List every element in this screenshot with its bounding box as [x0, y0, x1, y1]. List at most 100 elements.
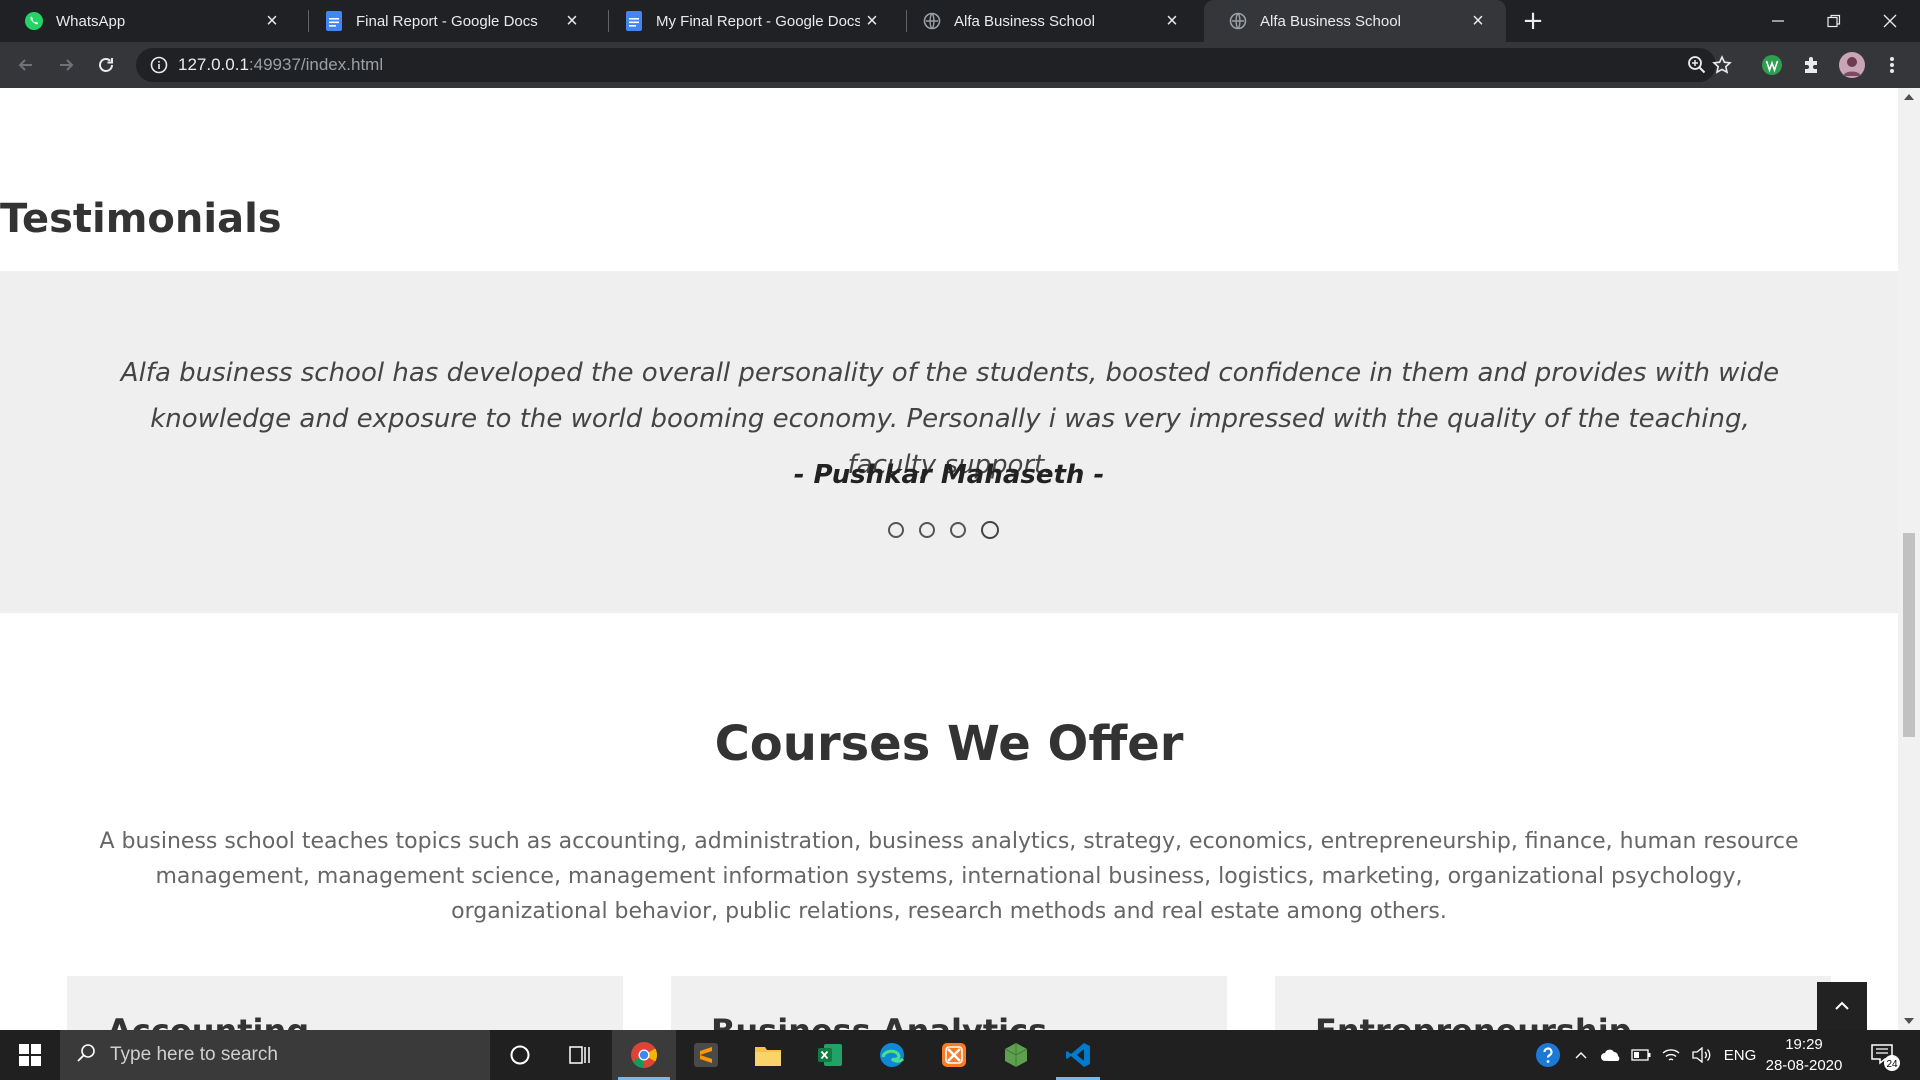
carousel-dot-4[interactable] — [981, 521, 999, 539]
extension-wordpress-button[interactable] — [1756, 49, 1788, 81]
tab-alfa-business-school[interactable]: Alfa Business School × — [898, 0, 1200, 42]
arrow-right-icon — [60, 59, 74, 71]
page-scrollbar[interactable] — [1898, 88, 1920, 1030]
close-tab-icon[interactable]: × — [260, 9, 284, 33]
start-button[interactable] — [0, 1030, 60, 1080]
puzzle-icon — [1805, 57, 1817, 73]
carousel-dot-2[interactable] — [919, 522, 935, 538]
url-text: 127.0.0.1:49937/index.html — [178, 55, 383, 75]
search-placeholder: Type here to search — [110, 1044, 278, 1065]
testimonials-heading: Testimonials — [0, 196, 282, 242]
tab-whatsapp[interactable]: WhatsApp × — [0, 0, 300, 42]
zoom-icon[interactable] — [1686, 54, 1708, 80]
onedrive-icon[interactable] — [1598, 1030, 1624, 1080]
course-card-title: Entrepreneurship — [1315, 1012, 1632, 1030]
profile-avatar[interactable] — [1836, 49, 1868, 81]
hexagon-icon — [1004, 1043, 1028, 1067]
system-clock[interactable]: 19:29 28-08-2020 — [1762, 1034, 1846, 1076]
taskbar-vscode[interactable] — [1050, 1030, 1106, 1080]
course-card-title: Accounting — [107, 1012, 309, 1030]
notification-count: 24 — [1886, 1059, 1898, 1070]
close-tab-icon[interactable]: × — [560, 9, 584, 33]
bookmark-star-button[interactable] — [1706, 49, 1738, 81]
edge-icon — [880, 1043, 905, 1067]
back-to-top-button[interactable] — [1817, 982, 1867, 1030]
excel-icon — [818, 1044, 842, 1066]
tab-final-report[interactable]: Final Report - Google Docs × — [300, 0, 600, 42]
clock-date: 28-08-2020 — [1765, 1057, 1843, 1074]
chrome-menu-button[interactable] — [1876, 49, 1908, 81]
minimize-button[interactable] — [1750, 0, 1806, 42]
address-bar[interactable]: 127.0.0.1:49937/index.html — [136, 48, 1716, 82]
carousel-dot-3[interactable] — [950, 522, 966, 538]
action-center-button[interactable]: 24 — [1864, 1030, 1904, 1080]
reload-icon — [99, 58, 113, 72]
taskbar-nodejs[interactable] — [988, 1030, 1044, 1080]
task-view-button[interactable] — [552, 1030, 608, 1080]
browser-tab-strip: WhatsApp × Final Report - Google Docs × … — [0, 0, 1920, 42]
volume-icon[interactable] — [1688, 1030, 1716, 1080]
taskbar-excel[interactable] — [802, 1030, 858, 1080]
minimize-icon — [1772, 20, 1784, 22]
globe-icon — [1228, 11, 1248, 31]
browser-toolbar: 127.0.0.1:49937/index.html — [0, 42, 1920, 88]
chevron-up-icon — [1835, 1001, 1849, 1010]
new-tab-button[interactable]: + — [1518, 6, 1548, 36]
cortana-button[interactable] — [492, 1030, 548, 1080]
course-card-accounting[interactable]: Accounting — [67, 976, 623, 1030]
star-icon — [1712, 55, 1732, 74]
tab-title: Alfa Business School — [954, 12, 1095, 30]
google-docs-icon — [324, 11, 344, 31]
course-card-entrepreneurship[interactable]: Entrepreneurship — [1275, 976, 1831, 1030]
tab-my-final-report[interactable]: My Final Report - Google Docs × — [600, 0, 900, 42]
taskbar-chrome[interactable] — [612, 1030, 676, 1080]
tab-title: WhatsApp — [56, 12, 126, 30]
course-card-business-analytics[interactable]: Business Analytics — [671, 976, 1227, 1030]
back-button[interactable] — [10, 49, 42, 81]
course-card-title: Business Analytics — [711, 1012, 1047, 1030]
close-tab-icon[interactable]: × — [1160, 9, 1184, 33]
whatsapp-icon — [24, 11, 44, 31]
search-icon — [76, 1043, 96, 1067]
input-language-indicator[interactable]: ENG — [1720, 1030, 1760, 1080]
url-path: :49937/index.html — [248, 55, 384, 74]
sublime-text-icon — [694, 1043, 718, 1067]
forward-button[interactable] — [50, 49, 82, 81]
extensions-button[interactable] — [1796, 49, 1828, 81]
xampp-icon — [942, 1043, 966, 1067]
taskbar-sublime-text[interactable] — [678, 1030, 734, 1080]
globe-icon — [922, 11, 942, 31]
folder-icon — [755, 1047, 781, 1066]
testimonial-author: - Pushkar Mahaseth - — [793, 460, 1105, 490]
wordpress-icon — [1762, 55, 1782, 75]
courses-description: A business school teaches topics such as… — [99, 829, 1799, 924]
wifi-icon[interactable] — [1658, 1030, 1684, 1080]
scrollbar-thumb[interactable] — [1903, 533, 1915, 737]
cortana-icon — [510, 1045, 530, 1065]
chrome-icon — [631, 1042, 658, 1069]
tab-title: My Final Report - Google Docs — [656, 12, 860, 30]
help-icon[interactable] — [1530, 1030, 1566, 1080]
tab-title: Final Report - Google Docs — [356, 12, 538, 30]
info-icon[interactable] — [150, 56, 168, 74]
taskbar-search-box[interactable]: Type here to search — [60, 1030, 490, 1080]
reload-button[interactable] — [90, 49, 122, 81]
taskbar-file-explorer[interactable] — [740, 1030, 796, 1080]
scroll-down-arrow[interactable] — [1904, 1018, 1914, 1024]
carousel-dot-1[interactable] — [888, 522, 904, 538]
avatar-icon — [1839, 52, 1865, 78]
restore-button[interactable] — [1806, 0, 1862, 42]
close-tab-icon[interactable]: × — [1466, 9, 1490, 33]
restore-icon — [1827, 14, 1841, 28]
taskbar-edge[interactable] — [864, 1030, 920, 1080]
windows-taskbar: Type here to search ENG 19:29 28-08-2020… — [0, 1030, 1920, 1080]
close-window-button[interactable] — [1862, 0, 1918, 42]
notification-icon: 24 — [1871, 1044, 1900, 1071]
scroll-up-arrow[interactable] — [1904, 94, 1914, 100]
chevron-up-tray-icon[interactable] — [1570, 1030, 1592, 1080]
taskbar-xampp[interactable] — [926, 1030, 982, 1080]
battery-icon[interactable] — [1628, 1030, 1654, 1080]
close-tab-icon[interactable]: × — [860, 9, 884, 33]
carousel-indicators — [888, 521, 999, 539]
tab-alfa-business-school-active[interactable]: Alfa Business School × — [1204, 0, 1506, 42]
